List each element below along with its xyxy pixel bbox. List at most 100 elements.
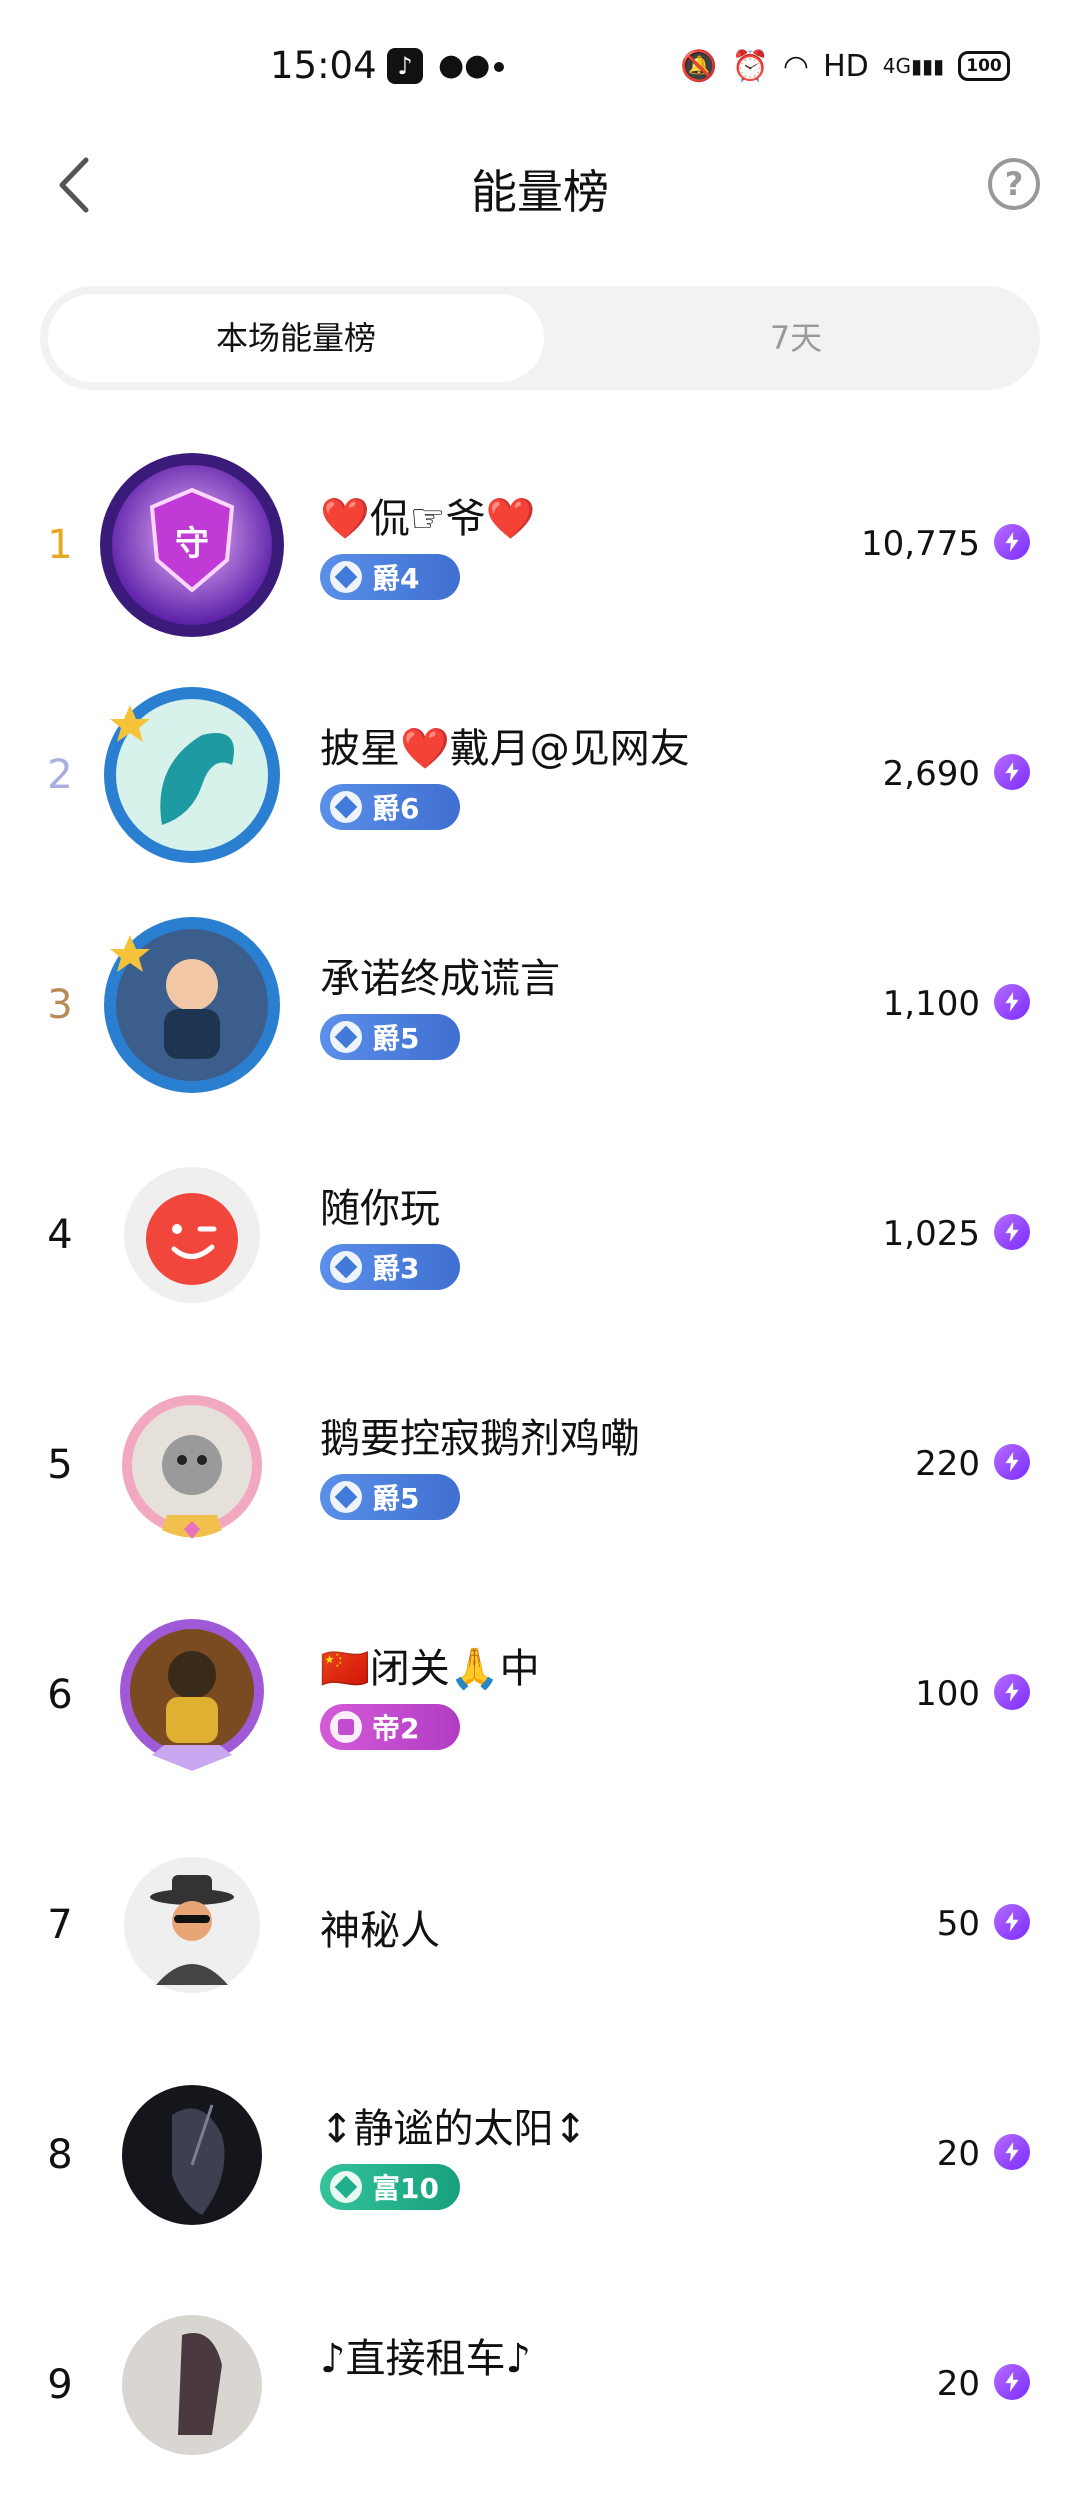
energy-bolt-icon: [994, 1904, 1030, 1940]
level-badge: 爵4: [320, 554, 460, 600]
avatar[interactable]: [92, 2285, 292, 2485]
pentagon-icon: [330, 1711, 362, 1743]
wechat-icon: ●●: [438, 48, 491, 83]
ranking-row[interactable]: 1 守 ❤️侃☞爷❤️ 爵4 10,775: [0, 430, 1080, 660]
user-name: 随你玩: [320, 1186, 440, 1232]
level-badge-label: 爵5: [372, 1482, 420, 1515]
level-badge: 爵3: [320, 1244, 460, 1290]
hd-label: HD: [823, 48, 869, 84]
tiktok-icon: ♪: [387, 48, 423, 84]
page-title: 能量榜: [471, 165, 609, 219]
level-badge-label: 爵5: [372, 1022, 420, 1055]
diamond-icon: [330, 561, 362, 593]
tab-7-days[interactable]: 7天: [560, 294, 1032, 382]
level-badge-label: 爵3: [372, 1252, 420, 1285]
rank-number: 6: [47, 1672, 73, 1718]
rank-number: 2: [47, 752, 73, 798]
energy-score: 1,100: [882, 984, 980, 1024]
mute-bell-icon: 🔕: [680, 48, 718, 84]
status-bar: 15:04 ♪ ●● 🔕 ⏰ ◠ HD 4G▮▮▮ 100: [0, 0, 1080, 130]
diamond-icon: [330, 1481, 362, 1513]
triangle-icon: [330, 2171, 362, 2203]
energy-bolt-icon: [994, 2364, 1030, 2400]
avatar[interactable]: [92, 1135, 292, 1335]
level-badge: 帝2: [320, 1704, 460, 1750]
energy-score: 1,025: [882, 1214, 980, 1254]
user-name: 神秘人: [320, 1908, 440, 1954]
guardian-shield-icon: 守: [100, 453, 284, 637]
status-time: 15:04: [270, 44, 377, 87]
user-name: 承诺终成谎言: [320, 956, 560, 1002]
cell-label: 4G: [882, 54, 911, 78]
cell-signal-icon: 4G▮▮▮: [882, 54, 944, 78]
tab-bar: 本场能量榜 7天: [40, 286, 1040, 390]
page-header: 能量榜 ?: [0, 130, 1080, 240]
ranking-row[interactable]: 7 神秘人 50: [0, 1810, 1080, 2040]
energy-bolt-icon: [994, 754, 1030, 790]
ranking-row[interactable]: 5 鹅要控寂鹅剂鸡嘞 爵5 220: [0, 1350, 1080, 1580]
rank-number: 1: [47, 522, 73, 568]
rank-number: 7: [47, 1902, 73, 1948]
status-icons: 🔕 ⏰ ◠ HD 4G▮▮▮ 100: [680, 46, 1010, 86]
notification-dot-icon: [494, 62, 504, 72]
energy-score: 20: [936, 2134, 980, 2174]
rank-number: 4: [47, 1212, 73, 1258]
avatar[interactable]: [92, 1595, 292, 1795]
energy-score: 50: [936, 1904, 980, 1944]
energy-score: 220: [915, 1444, 980, 1484]
ranking-row[interactable]: 4 随你玩 爵3 1,025: [0, 1120, 1080, 1350]
energy-score: 100: [915, 1674, 980, 1714]
level-badge-label: 帝2: [372, 1712, 420, 1745]
diamond-icon: [330, 791, 362, 823]
energy-bolt-icon: [994, 2134, 1030, 2170]
energy-bolt-icon: [994, 1674, 1030, 1710]
wink-face-icon: [124, 1167, 260, 1303]
level-badge-label: 爵6: [372, 792, 420, 825]
rank-number: 9: [47, 2362, 73, 2408]
diamond-icon: [330, 1251, 362, 1283]
avatar[interactable]: 守: [92, 445, 292, 645]
energy-bolt-icon: [994, 524, 1030, 560]
user-name: ❤️侃☞爷❤️: [320, 496, 536, 542]
level-badge-label: 爵4: [372, 562, 420, 595]
ranking-list: 1 守 ❤️侃☞爷❤️ 爵4 10,775 2 披星❤️戴月@见网友 爵6 2,…: [0, 430, 1080, 2500]
rank-number: 8: [47, 2132, 73, 2178]
rank-number: 3: [47, 982, 73, 1028]
user-name: 披星❤️戴月@见网友: [320, 726, 690, 772]
avatar[interactable]: [92, 905, 292, 1105]
level-badge: 爵6: [320, 784, 460, 830]
energy-bolt-icon: [994, 984, 1030, 1020]
tab-this-session[interactable]: 本场能量榜: [48, 294, 544, 382]
avatar-image: [122, 1395, 262, 1539]
energy-bolt-icon: [994, 1444, 1030, 1480]
energy-score: 20: [936, 2364, 980, 2404]
ranking-row[interactable]: 9 ♪直接租车♪ 20: [0, 2270, 1080, 2500]
svg-text:守: 守: [175, 524, 209, 564]
energy-score: 10,775: [861, 524, 980, 564]
mystery-person-icon: [124, 1857, 260, 1993]
avatar-image: [120, 1619, 264, 1771]
avatar-image: [104, 687, 280, 863]
level-badge: 富10: [320, 2164, 460, 2210]
energy-bolt-icon: [994, 1214, 1030, 1250]
avatar-image: [104, 917, 280, 1093]
diamond-icon: [330, 1021, 362, 1053]
alarm-icon: ⏰: [731, 48, 769, 84]
ranking-row[interactable]: 3 承诺终成谎言 爵5 1,100: [0, 890, 1080, 1120]
battery-icon: 100: [958, 51, 1010, 81]
avatar[interactable]: [92, 675, 292, 875]
user-name: 鹅要控寂鹅剂鸡嘞: [320, 1416, 640, 1462]
ranking-row[interactable]: 8 ↕静谧的太阳↕ 富10 20: [0, 2040, 1080, 2270]
ranking-row[interactable]: 2 披星❤️戴月@见网友 爵6 2,690: [0, 660, 1080, 890]
level-badge-label: 富10: [372, 2172, 439, 2205]
avatar[interactable]: [92, 1365, 292, 1565]
avatar[interactable]: [92, 2055, 292, 2255]
ranking-row[interactable]: 6 🇨🇳闭关🙏中 帝2 100: [0, 1580, 1080, 1810]
avatar[interactable]: [92, 1825, 292, 2025]
rank-number: 5: [47, 1442, 73, 1488]
level-badge: 爵5: [320, 1014, 460, 1060]
avatar-image: [122, 2085, 262, 2225]
help-icon[interactable]: ?: [988, 158, 1040, 210]
energy-score: 2,690: [882, 754, 980, 794]
level-badge: 爵5: [320, 1474, 460, 1520]
